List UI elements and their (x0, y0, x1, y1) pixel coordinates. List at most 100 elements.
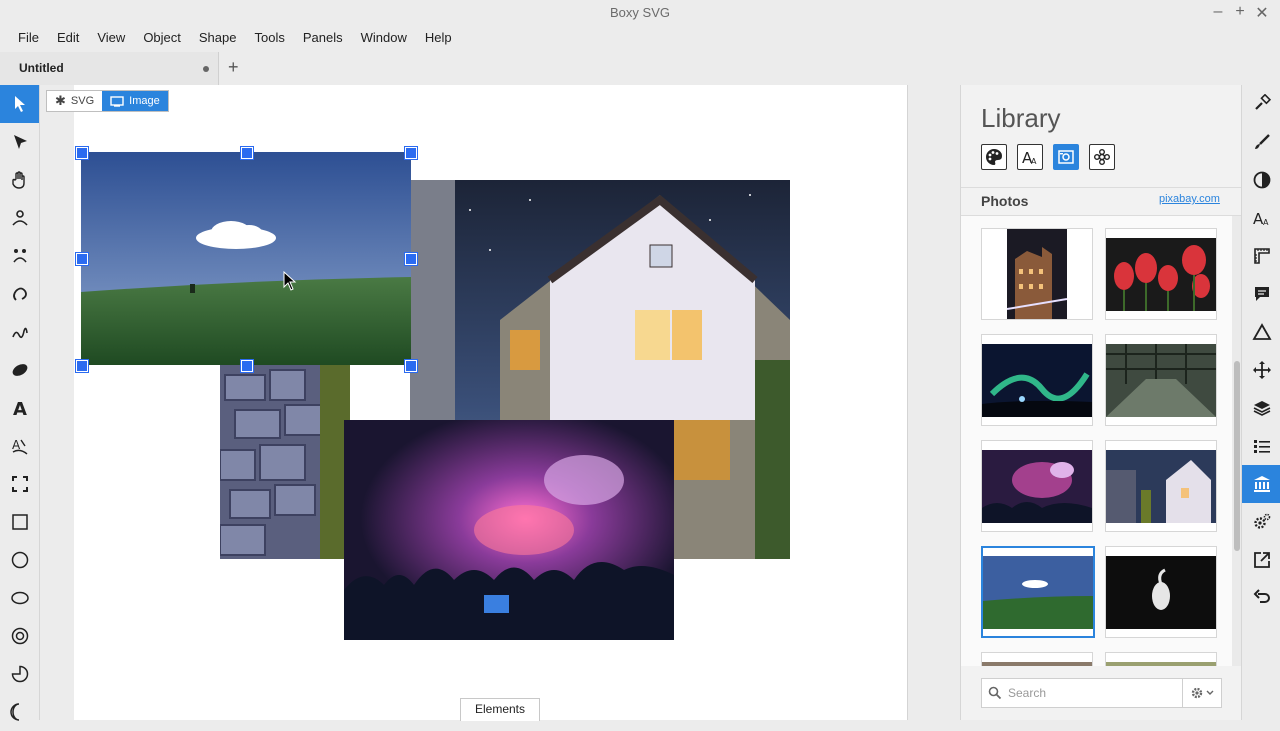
photo-icon (1058, 150, 1074, 164)
history-panel-button[interactable] (1242, 579, 1280, 617)
menu-help[interactable]: Help (416, 26, 461, 52)
thumbnail-city-night[interactable] (981, 228, 1093, 320)
transform-panel-button[interactable] (1242, 351, 1280, 389)
text-icon: A (13, 399, 27, 418)
pixabay-link[interactable]: pixabay.com (1159, 193, 1220, 205)
freehand-tool[interactable] (0, 313, 39, 351)
export-icon (1253, 552, 1270, 568)
elements-button[interactable]: Elements (460, 698, 540, 721)
fill-panel-button[interactable] (1242, 85, 1280, 123)
mode-svg-button[interactable]: ✱ SVG (47, 91, 102, 111)
hand-icon (11, 171, 25, 189)
menu-panels[interactable]: Panels (294, 26, 352, 52)
crop-tool[interactable] (0, 465, 39, 503)
resize-handle-left[interactable] (76, 253, 88, 265)
face-tool[interactable] (0, 237, 39, 275)
library-tab-fonts[interactable]: AA (1017, 144, 1043, 170)
blob-tool[interactable] (0, 351, 39, 389)
thumbnail-red-tulips[interactable] (1105, 228, 1217, 320)
menu-object[interactable]: Object (134, 26, 190, 52)
close-button[interactable]: ✕ (1252, 3, 1272, 23)
pointer-tool[interactable] (0, 85, 39, 123)
resize-handle-top-left[interactable] (76, 147, 88, 159)
geometry-panel-button[interactable] (1242, 237, 1280, 275)
rectangle-icon (11, 514, 28, 530)
minimize-button[interactable]: – (1208, 3, 1228, 21)
ellipse-tool[interactable] (0, 579, 39, 617)
scrollbar-thumb[interactable] (1234, 361, 1240, 551)
monitor-icon (110, 95, 124, 107)
library-tab-photos[interactable] (1053, 144, 1079, 170)
thumbnail-timber-house[interactable] (1105, 440, 1217, 532)
window-title: Boxy SVG (610, 5, 670, 20)
library-panel: Library AA Photos pixabay.com Search (960, 85, 1242, 720)
arrow-tool[interactable] (0, 123, 39, 161)
rectangle-tool[interactable] (0, 503, 39, 541)
library-tab-colors[interactable] (981, 144, 1007, 170)
pie-tool[interactable] (0, 655, 39, 693)
search-placeholder: Search (1008, 686, 1047, 700)
menu-window[interactable]: Window (352, 26, 416, 52)
settings-panel-button[interactable] (1242, 503, 1280, 541)
hand-tool[interactable] (0, 161, 39, 199)
search-input[interactable]: Search (981, 678, 1183, 708)
greenhouse-image (1106, 343, 1216, 417)
person-tool[interactable] (0, 199, 39, 237)
timber-house-thumb-image (1106, 449, 1216, 523)
resize-handle-bottom[interactable] (241, 360, 253, 372)
menu-view[interactable]: View (88, 26, 134, 52)
menu-file[interactable]: File (0, 26, 48, 52)
aurora-image (982, 343, 1092, 417)
green-field-thumb-image (983, 555, 1093, 629)
divider (961, 187, 1242, 188)
svg-text:A: A (1263, 218, 1269, 227)
text-tool[interactable]: A (0, 389, 39, 427)
tab-untitled[interactable]: Untitled (0, 52, 219, 85)
circle-tool[interactable] (0, 541, 39, 579)
library-panel-button[interactable] (1242, 465, 1280, 503)
resize-handle-right[interactable] (405, 253, 417, 265)
crescent-tool[interactable] (0, 693, 39, 731)
menu-shape[interactable]: Shape (190, 26, 246, 52)
stroke-panel-button[interactable] (1242, 123, 1280, 161)
menu-tools[interactable]: Tools (245, 26, 293, 52)
ring-tool[interactable] (0, 617, 39, 655)
typography-panel-button[interactable]: AA (1242, 199, 1280, 237)
thumbnail-aurora[interactable] (981, 334, 1093, 426)
panel-gutter (907, 85, 961, 720)
ruler-icon (1253, 248, 1270, 264)
resize-handle-top[interactable] (241, 147, 253, 159)
shapes-panel-button[interactable] (1242, 313, 1280, 351)
left-toolbar: A A (0, 85, 40, 721)
export-panel-button[interactable] (1242, 541, 1280, 579)
resize-handle-bottom-right[interactable] (405, 360, 417, 372)
maximize-button[interactable]: + (1230, 3, 1250, 21)
menu-edit[interactable]: Edit (48, 26, 88, 52)
elements-panel-button[interactable] (1242, 427, 1280, 465)
thumbnail-white-heron[interactable] (1105, 546, 1217, 638)
thumbnail-green-field[interactable] (981, 546, 1095, 638)
comments-panel-button[interactable] (1242, 275, 1280, 313)
photo-stone-wall[interactable] (220, 365, 350, 559)
arrow-icon (13, 135, 27, 149)
new-tab-button[interactable]: + (228, 57, 239, 78)
search-options-button[interactable] (1182, 678, 1222, 708)
photo-green-field[interactable] (81, 152, 411, 365)
compositing-panel-button[interactable] (1242, 161, 1280, 199)
mode-image-button[interactable]: Image (102, 91, 168, 111)
lasso-tool[interactable] (0, 275, 39, 313)
thumbnail-partial-2[interactable] (1105, 652, 1217, 666)
thumbnail-fireworks[interactable] (981, 440, 1093, 532)
chevron-down-icon (1206, 690, 1214, 695)
settings-icon (1253, 513, 1270, 529)
thumbnail-greenhouse[interactable] (1105, 334, 1217, 426)
thumbnail-partial-1[interactable] (981, 652, 1093, 666)
library-tab-symbols[interactable] (1089, 144, 1115, 170)
resize-handle-bottom-left[interactable] (76, 360, 88, 372)
paint-roller-icon (1254, 94, 1271, 110)
layers-panel-button[interactable] (1242, 389, 1280, 427)
resize-handle-top-right[interactable] (405, 147, 417, 159)
mode-toggle: ✱ SVG Image (46, 90, 169, 112)
text-path-tool[interactable]: A (0, 427, 39, 465)
photo-fireworks[interactable] (344, 420, 674, 640)
